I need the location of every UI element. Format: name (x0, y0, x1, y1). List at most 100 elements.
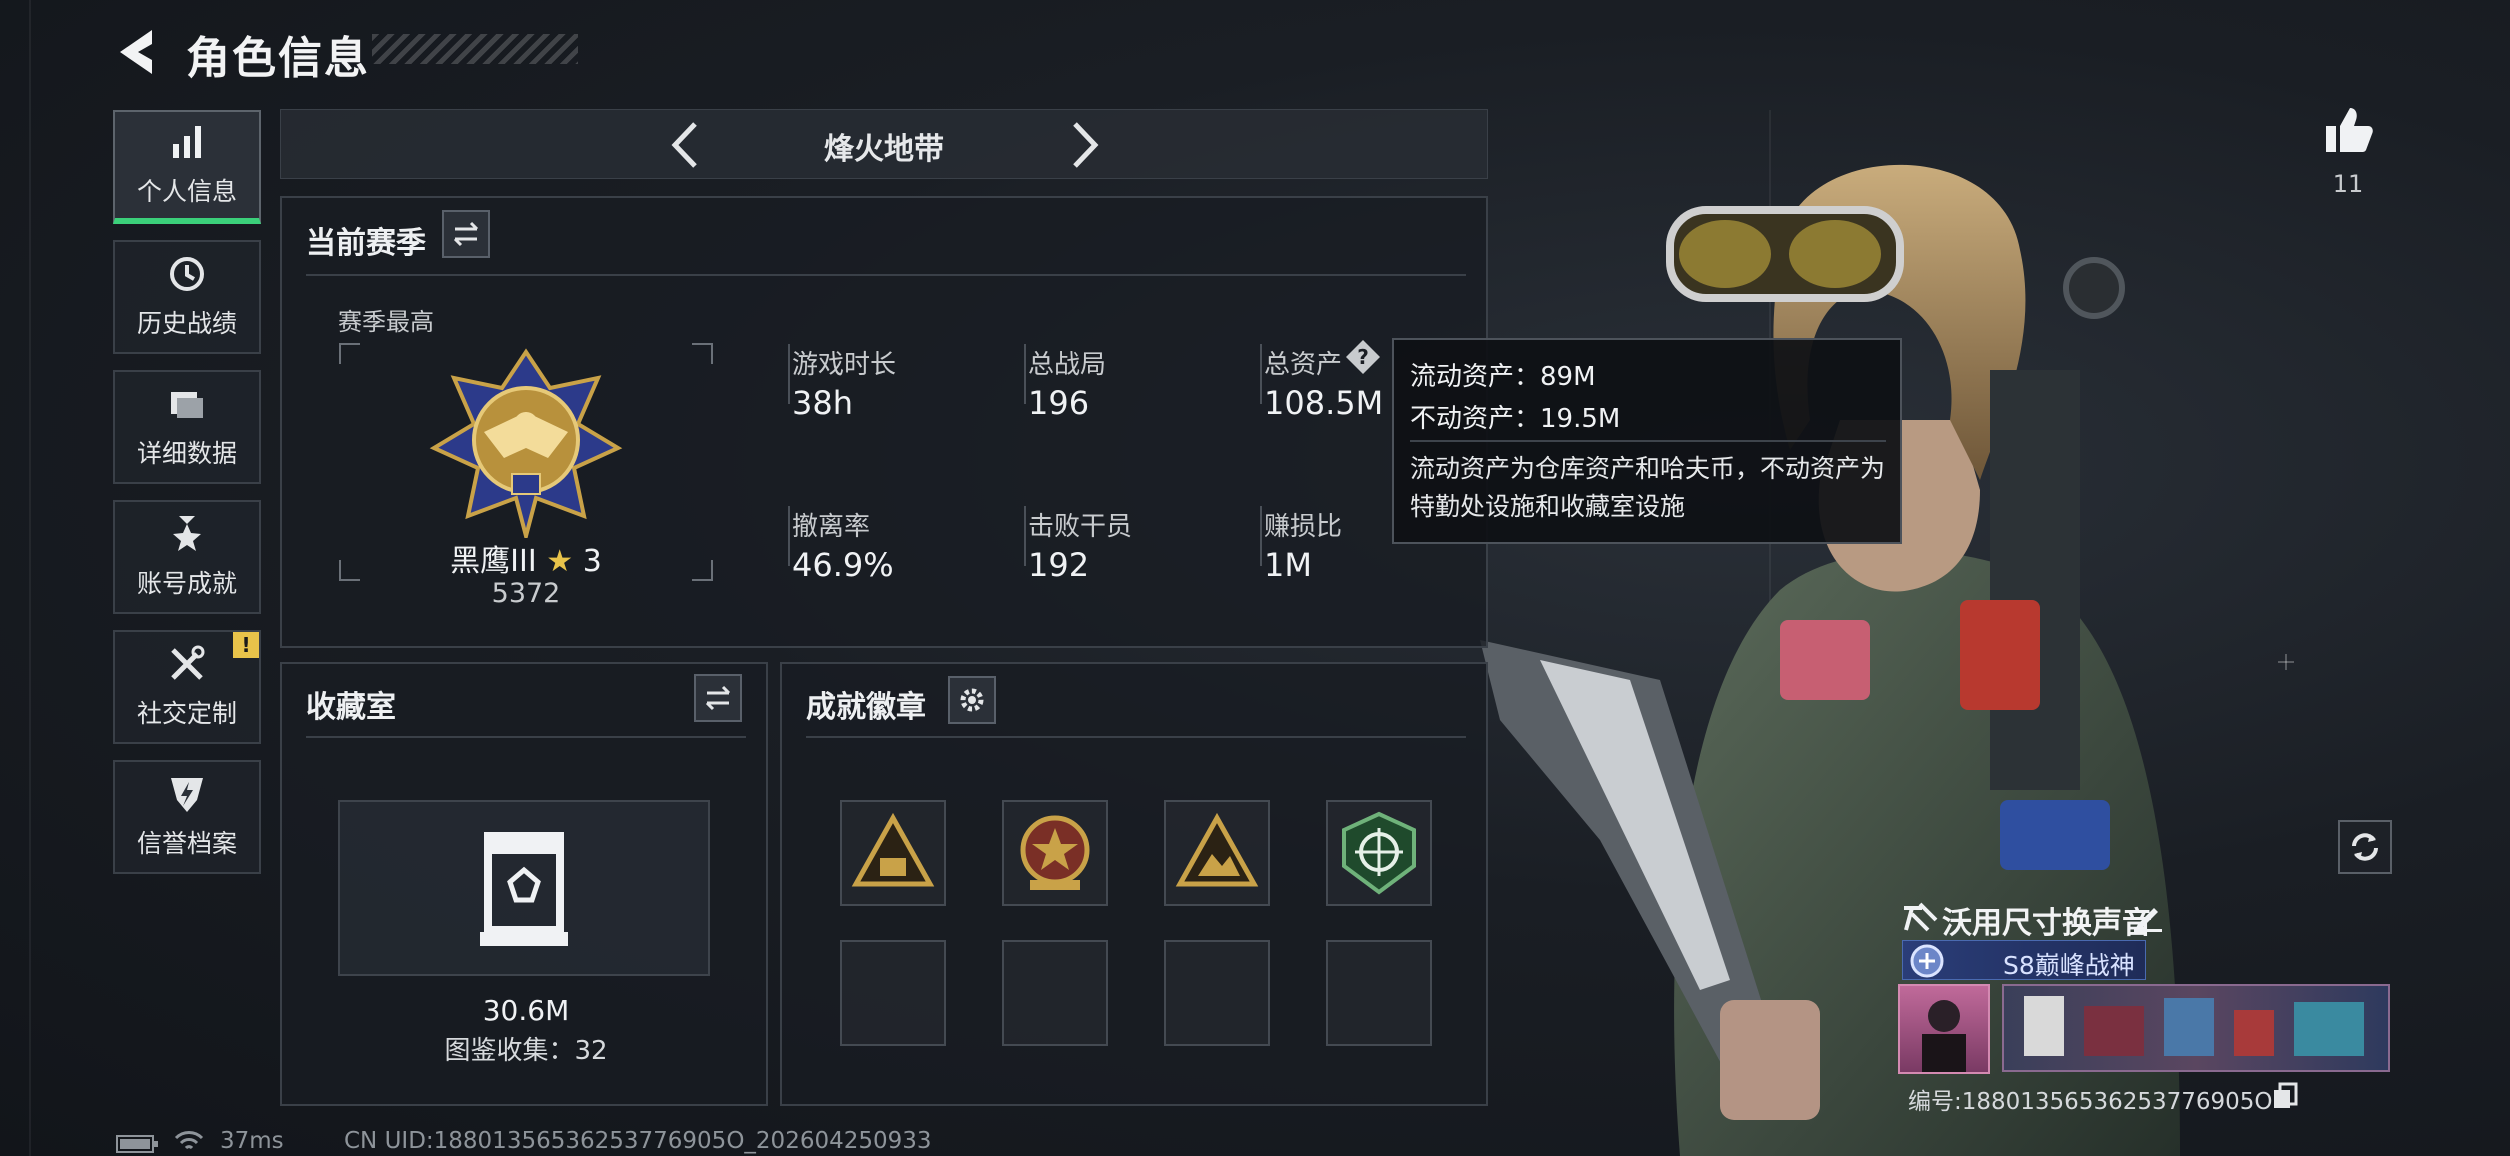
title-decoration (372, 34, 578, 64)
catalog-count: 图鉴收集：32 (444, 1036, 608, 1066)
season-title: 当前赛季 (306, 226, 426, 261)
stat-value-extraction-rate: 46.9% (792, 546, 894, 584)
season-title-plate: S8巅峰战神 (1902, 940, 2146, 980)
mode-title: 烽火地带 (824, 132, 944, 167)
refresh-icon (2352, 833, 2378, 861)
stat-value-total-assets: 108.5M (1264, 384, 1384, 422)
stat-divider (1024, 506, 1026, 566)
season-title-text: S8巅峰战神 (2003, 951, 2135, 980)
swap-icon (705, 685, 731, 711)
medal-icon (173, 516, 201, 551)
achievements-settings-button[interactable] (948, 676, 996, 724)
empty-badge-slot[interactable] (1326, 940, 1432, 1046)
empty-badge-slot[interactable] (1164, 940, 1270, 1046)
stat-label-total-assets: 总资产 (1264, 350, 1343, 380)
divider (306, 274, 1466, 276)
achievement-badge[interactable] (1002, 800, 1108, 906)
stat-value-total-matches: 196 (1028, 384, 1090, 422)
stat-divider (1260, 344, 1262, 404)
ping-value: 37ms (220, 1128, 284, 1154)
sidebar-item-label: 详细数据 (136, 439, 237, 468)
player-avatar[interactable] (1898, 984, 1990, 1074)
empty-badge-slot[interactable] (1002, 940, 1108, 1046)
page-title: 角色信息 (186, 33, 370, 84)
mode-switcher: 烽火地带 (280, 109, 1488, 179)
help-icon[interactable]: ? (1344, 338, 1382, 376)
stat-divider (1260, 506, 1262, 566)
tooltip-liquid-assets: 流动资产：89M (1410, 362, 1596, 392)
divider (806, 736, 1466, 738)
star-badge-icon (1020, 815, 1090, 890)
notification-badge: ! (233, 632, 259, 658)
achievement-badge[interactable] (1326, 800, 1432, 906)
uid-text: CN UID:18801356536253776905O_20260425093… (344, 1128, 932, 1154)
clock-icon (170, 257, 204, 291)
divider (306, 736, 746, 738)
folder-icon (171, 392, 203, 418)
rank-star-count: 3 (582, 544, 602, 579)
rotate-view-button[interactable] (2338, 820, 2392, 874)
sidebar-item-label: 个人信息 (136, 177, 237, 206)
season-switch-button[interactable] (442, 210, 490, 258)
stat-label-profit-ratio: 赚损比 (1264, 512, 1343, 542)
stat-value-profit-ratio: 1M (1264, 546, 1312, 584)
swap-icon (453, 221, 479, 247)
pyramid-badge-icon (851, 812, 935, 887)
player-id: 编号:18801356536253776905O (1908, 1089, 2273, 1115)
player-banner (2002, 984, 2390, 1072)
achievement-badge[interactable] (840, 800, 946, 906)
gear-icon (960, 688, 984, 712)
thumbs-up-icon[interactable] (2322, 104, 2374, 156)
shield-icon (171, 778, 203, 812)
achievements-title: 成就徽章 (806, 690, 926, 725)
sidebar-item-reputation[interactable]: 信誉档案 (113, 760, 261, 874)
season-best-label: 赛季最高 (338, 308, 434, 336)
collection-title: 收藏室 (306, 690, 396, 725)
battery-icon (116, 1135, 158, 1153)
bar-chart-icon (173, 126, 201, 158)
chevron-right-icon[interactable] (1065, 120, 1105, 170)
stat-divider (788, 344, 790, 404)
empty-badge-slot[interactable] (840, 940, 946, 1046)
wifi-icon (174, 1131, 204, 1150)
sidebar-item-achievements[interactable]: 账号成就 (113, 500, 261, 614)
collection-preview[interactable] (338, 800, 710, 976)
rank-score: 5372 (491, 578, 561, 609)
sidebar-item-label: 账号成就 (136, 569, 237, 598)
sidebar-item-personal-info[interactable]: 个人信息 (113, 110, 261, 224)
stat-value-operators-defeated: 192 (1028, 546, 1090, 584)
sidebar-item-history[interactable]: 历史战绩 (113, 240, 261, 354)
tooltip-description: 流动资产为仓库资产和哈夫币，不动资产为特勤处设施和收藏室设施 (1410, 454, 1886, 521)
stat-divider (788, 506, 790, 566)
sidebar-item-label: 社交定制 (136, 699, 237, 728)
stat-divider (1024, 344, 1026, 404)
copy-icon[interactable] (2272, 1082, 2298, 1110)
stat-value-play-time: 38h (792, 384, 853, 422)
sidebar-item-social-custom[interactable]: 社交定制 ! (113, 630, 261, 744)
player-name: 沃用尺寸换声音 (1942, 906, 2152, 941)
svg-text:?: ? (1357, 345, 1369, 369)
stat-label-total-matches: 总战局 (1028, 350, 1107, 380)
collection-value: 30.6M (482, 994, 570, 1027)
tools-icon (171, 645, 205, 680)
stat-label-extraction-rate: 撤离率 (792, 512, 871, 542)
assets-tooltip: 流动资产：89M 不动资产：19.5M 流动资产为仓库资产和哈夫币，不动资产为特… (1392, 338, 1902, 544)
back-arrow-icon[interactable] (112, 26, 160, 78)
sidebar-item-detailed-data[interactable]: 详细数据 (113, 370, 261, 484)
tooltip-fixed-assets: 不动资产：19.5M (1410, 404, 1621, 434)
achievement-badge[interactable] (1164, 800, 1270, 906)
rank-name: 黑鹰III (450, 544, 537, 579)
display-case-icon (480, 832, 568, 946)
stat-label-play-time: 游戏时长 (792, 350, 897, 380)
collection-panel: 收藏室 30.6M 图鉴收集：32 (280, 662, 768, 1106)
edit-icon[interactable] (2132, 900, 2164, 932)
sidebar-item-label: 信誉档案 (136, 829, 237, 858)
season-emblem-icon (1910, 944, 1944, 978)
crosshair-badge-icon (1342, 811, 1416, 895)
divider (1410, 440, 1886, 442)
collection-switch-button[interactable] (694, 674, 742, 722)
rank-emblem-icon (429, 348, 623, 538)
player-title-icon (1904, 902, 1938, 932)
mountain-badge-icon (1175, 812, 1259, 887)
sidebar-item-label: 历史战绩 (136, 309, 237, 338)
